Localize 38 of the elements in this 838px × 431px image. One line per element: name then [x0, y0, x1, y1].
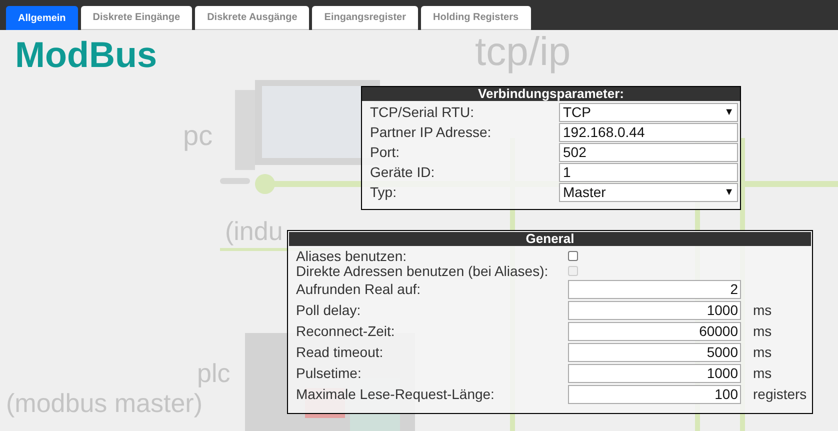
input-field[interactable]: 5000: [568, 342, 741, 362]
input-field[interactable]: 100: [568, 384, 741, 404]
field-label: TCP/Serial RTU:: [370, 102, 475, 122]
unit-label: ms: [753, 364, 772, 382]
field-label: Partner IP Adresse:: [370, 122, 492, 142]
field-label: Port:: [370, 142, 401, 162]
tab[interactable]: Diskrete Ausgänge: [195, 6, 310, 30]
tab[interactable]: Holding Registers: [420, 6, 531, 30]
input-field[interactable]: 2: [568, 280, 741, 298]
field-label: Maximale Lese-Request-Länge:: [296, 387, 496, 401]
panel-heading: General: [289, 232, 811, 246]
tab[interactable]: Allgemein: [6, 6, 78, 30]
input-field[interactable]: 1: [559, 162, 738, 182]
field-label: Typ:: [370, 182, 398, 202]
field-label: Aufrunden Real auf:: [296, 282, 422, 296]
field-label: Poll delay:: [296, 303, 362, 317]
field-label: Direkte Adressen benutzen (bei Aliases):: [296, 264, 550, 278]
page-title: ModBus: [15, 37, 157, 73]
tab[interactable]: Eingangsregister: [312, 6, 418, 30]
tab[interactable]: Diskrete Eingänge: [80, 6, 192, 30]
select-field[interactable]: TCP ▼: [559, 102, 738, 122]
input-field[interactable]: 1000: [568, 300, 741, 320]
unit-label: ms: [753, 300, 772, 320]
checkbox[interactable]: [568, 250, 578, 260]
select-field[interactable]: Master ▼: [559, 182, 738, 202]
input-field[interactable]: 60000: [568, 322, 741, 340]
input-field[interactable]: 192.168.0.44: [559, 122, 738, 142]
input-field[interactable]: 502: [559, 142, 738, 162]
field-label: Read timeout:: [296, 345, 384, 359]
field-label: Reconnect-Zeit:: [296, 324, 396, 338]
unit-label: ms: [753, 322, 772, 340]
field-label: Aliases benutzen:: [296, 248, 408, 262]
unit-label: ms: [753, 342, 772, 362]
panel-heading: Verbindungsparameter:: [362, 87, 740, 101]
input-field[interactable]: 1000: [568, 364, 741, 382]
unit-label: registers: [753, 384, 807, 404]
field-label: Pulsetime:: [296, 366, 362, 380]
field-label: Geräte ID:: [370, 162, 436, 182]
